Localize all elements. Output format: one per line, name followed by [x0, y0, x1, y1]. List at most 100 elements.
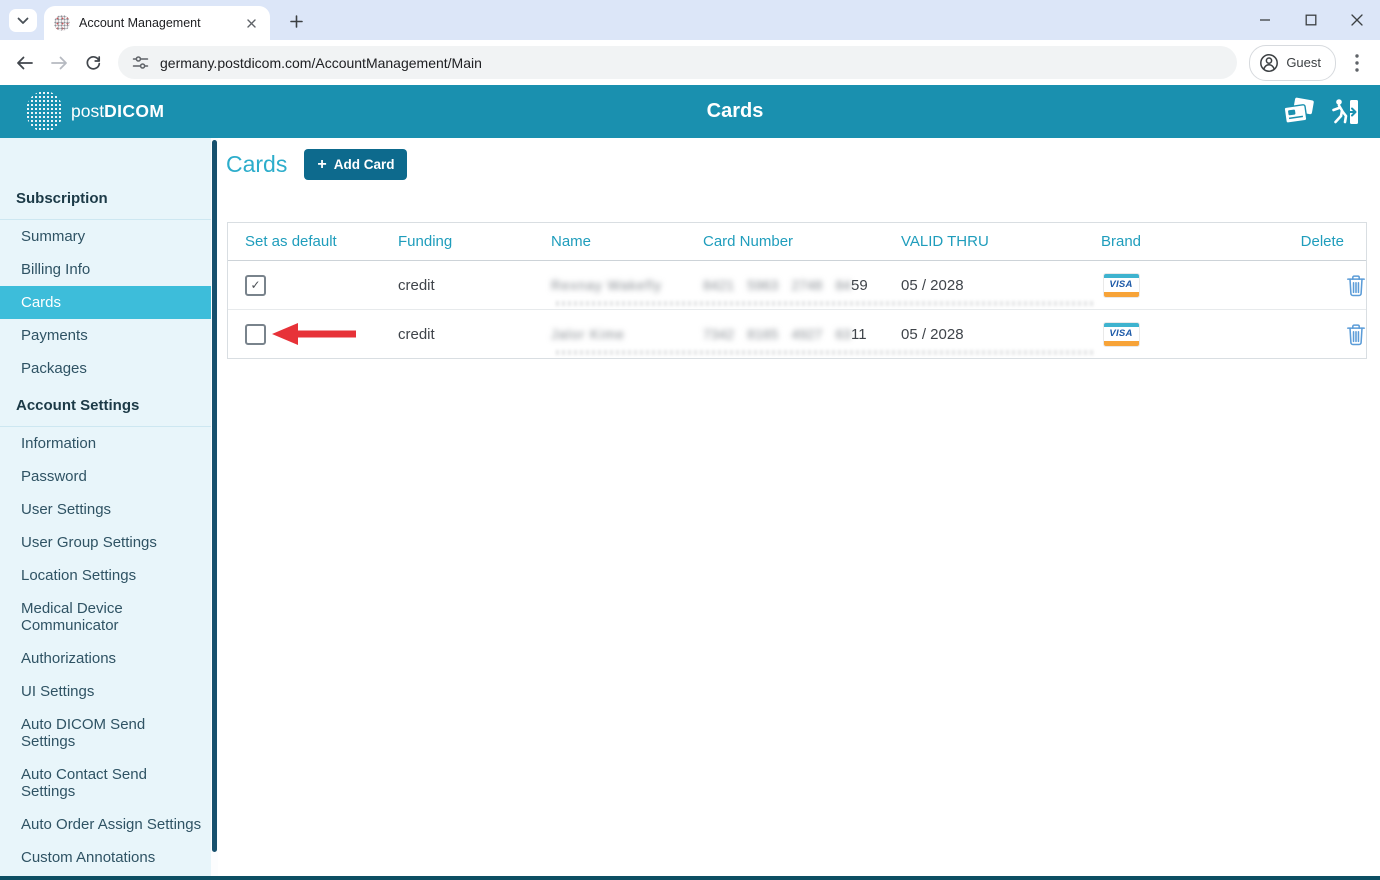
window-close-button[interactable] — [1334, 0, 1380, 40]
stacked-cards-button[interactable] — [1282, 97, 1316, 127]
sidebar-item-location-settings[interactable]: Location Settings — [0, 559, 218, 592]
annotation-arrow — [272, 322, 358, 346]
valid-thru-value: 05 / 2028 — [901, 326, 1076, 343]
reload-icon — [85, 54, 102, 71]
postdicom-logo: postDICOM — [26, 91, 164, 132]
sidebar-item-payments[interactable]: Payments — [0, 319, 218, 352]
visa-bottom-stripe — [1104, 341, 1139, 346]
default-cell: ✓ — [228, 275, 398, 296]
logout-button[interactable] — [1330, 97, 1360, 127]
forward-arrow-icon — [50, 55, 68, 71]
default-cell — [228, 324, 398, 345]
header-card-number: Card Number — [703, 233, 901, 250]
plus-icon — [290, 15, 303, 28]
card-group-redacted: 5963 — [747, 277, 778, 293]
visa-mid: VISA — [1104, 278, 1139, 292]
back-arrow-icon — [16, 55, 34, 71]
main-content: Cards + Add Card Set as default Funding … — [218, 138, 1380, 876]
sidebar-item-ui-settings[interactable]: UI Settings — [0, 675, 218, 708]
page-header-title: Cards — [707, 85, 764, 138]
funding-value: credit — [398, 326, 551, 343]
sidebar-item-authorizations[interactable]: Authorizations — [0, 642, 218, 675]
tab-title: Account Management — [79, 16, 243, 30]
chevron-down-icon — [17, 17, 29, 25]
add-card-button[interactable]: + Add Card — [304, 149, 407, 180]
card-last-digits: 59 — [851, 277, 868, 294]
sidebar-item-packages[interactable]: Packages — [0, 352, 218, 385]
plus-icon: + — [317, 157, 326, 173]
browser-menu-button[interactable] — [1344, 46, 1370, 80]
logout-icon — [1330, 97, 1360, 127]
profile-label: Guest — [1286, 55, 1321, 70]
browser-toolbar: germany.postdicom.com/AccountManagement/… — [0, 40, 1380, 85]
cardholder-name-redacted: Rexnay Wakefly — [551, 278, 703, 293]
card-number-redacted: 7342 8165 4927 6311 — [703, 326, 901, 343]
sidebar-item-auto-order-assign-settings[interactable]: Auto Order Assign Settings — [0, 808, 218, 841]
tab-close-button[interactable] — [243, 15, 260, 32]
sidebar-item-user-settings[interactable]: User Settings — [0, 493, 218, 526]
card-group-last: 6311 — [835, 326, 866, 343]
tab-search-chevron-button[interactable] — [9, 9, 37, 32]
redacted-smudge — [556, 350, 1096, 355]
window-maximize-button[interactable] — [1288, 0, 1334, 40]
reload-button[interactable] — [76, 46, 110, 80]
header-actions — [1282, 85, 1360, 138]
add-card-label: Add Card — [334, 157, 395, 172]
sidebar-item-medical-device-communicator[interactable]: Medical Device Communicator — [0, 592, 218, 642]
sidebar-item-cards[interactable]: Cards — [0, 286, 211, 319]
sidebar-item-information[interactable]: Information — [0, 427, 218, 460]
card-group-redacted: 2748 — [791, 277, 822, 293]
profile-button[interactable]: Guest — [1249, 45, 1336, 81]
url-bar[interactable]: germany.postdicom.com/AccountManagement/… — [118, 46, 1237, 79]
set-default-checkbox-checked[interactable]: ✓ — [245, 275, 266, 296]
sidebar-item-summary[interactable]: Summary — [0, 220, 218, 253]
window-minimize-button[interactable] — [1242, 0, 1288, 40]
stacked-cards-icon — [1282, 97, 1316, 127]
sidebar-item-user-group-settings[interactable]: User Group Settings — [0, 526, 218, 559]
cards-table: Set as default Funding Name Card Number … — [227, 222, 1367, 359]
new-tab-button[interactable] — [283, 9, 309, 33]
visa-logo-text: VISA — [1109, 328, 1132, 339]
sidebar-item-auto-contact-send-settings[interactable]: Auto Contact Send Settings — [0, 758, 218, 808]
sidebar-item-billing-info[interactable]: Billing Info — [0, 253, 218, 286]
redacted-smudge — [556, 301, 1096, 306]
trash-icon — [1346, 323, 1366, 346]
window-controls — [1242, 0, 1380, 40]
postdicom-logo-dots-icon — [26, 91, 63, 132]
table-header-row: Set as default Funding Name Card Number … — [228, 223, 1366, 261]
close-icon — [1351, 14, 1363, 26]
sidebar-scrollbar-track[interactable] — [211, 138, 218, 876]
logo-dicom: DICOM — [104, 101, 164, 121]
sidebar-item-password[interactable]: Password — [0, 460, 218, 493]
set-default-checkbox-unchecked[interactable] — [245, 324, 266, 345]
forward-button[interactable] — [42, 46, 76, 80]
delete-card-button[interactable] — [1346, 274, 1366, 297]
card-group-redacted: 8165 — [747, 326, 778, 342]
back-button[interactable] — [8, 46, 42, 80]
url-text: germany.postdicom.com/AccountManagement/… — [160, 55, 482, 71]
minimize-icon — [1259, 14, 1271, 26]
sidebar: Subscription Summary Billing Info Cards … — [0, 138, 218, 876]
header-brand: Brand — [1101, 233, 1141, 250]
logo-post: post — [71, 101, 104, 121]
browser-tab[interactable]: Account Management — [44, 6, 270, 40]
sidebar-scrollbar-thumb[interactable] — [212, 140, 217, 852]
header-valid-thru: VALID THRU — [901, 233, 1076, 250]
sidebar-item-custom-annotations[interactable]: Custom Annotations — [0, 841, 218, 874]
browser-tab-strip: Account Management — [0, 0, 1380, 40]
sidebar-section-account-settings: Account Settings — [0, 385, 218, 427]
visa-brand-badge: VISA — [1103, 273, 1140, 298]
card-group-redacted: 63 — [835, 326, 851, 342]
sidebar-item-auto-dicom-send-settings[interactable]: Auto DICOM Send Settings — [0, 708, 218, 758]
delete-card-button[interactable] — [1346, 323, 1366, 346]
visa-logo-text: VISA — [1109, 279, 1132, 290]
header-name: Name — [551, 233, 703, 250]
funding-value: credit — [398, 277, 551, 294]
card-group-last: 8459 — [835, 277, 867, 294]
visa-bottom-stripe — [1104, 292, 1139, 297]
postdicom-logo-text: postDICOM — [71, 101, 164, 122]
app-header: postDICOM Cards — [0, 85, 1380, 138]
card-group-redacted: 84 — [835, 277, 851, 293]
trash-icon — [1346, 274, 1366, 297]
visa-brand-badge: VISA — [1103, 322, 1140, 347]
